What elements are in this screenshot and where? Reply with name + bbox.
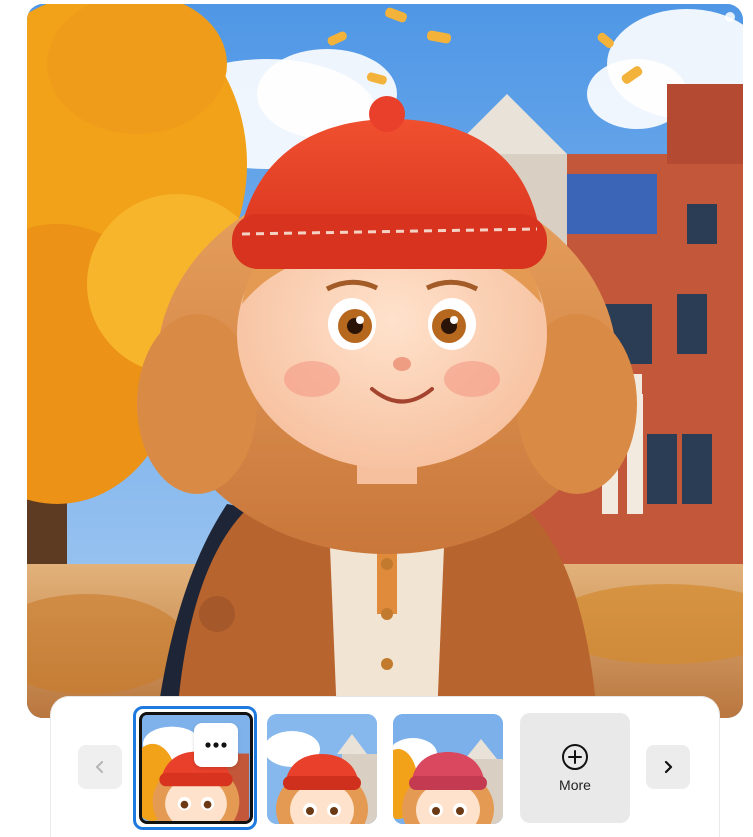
- plus-circle-icon: [562, 744, 588, 770]
- girl-thumbnail-icon: [393, 714, 503, 824]
- thumbnail-2[interactable]: [267, 714, 377, 824]
- thumbnail-options-button[interactable]: [194, 723, 238, 767]
- thumbnail-tray: More: [51, 697, 719, 837]
- more-options-dots-icon: [205, 742, 227, 748]
- more-label: More: [559, 777, 591, 793]
- more-button[interactable]: More: [520, 713, 630, 823]
- cartoon-girl-illustration: [27, 4, 743, 718]
- corner-indicator: [725, 12, 735, 22]
- main-image: [27, 4, 743, 718]
- chevron-right-icon: [664, 760, 673, 774]
- chevron-left-icon: [96, 761, 103, 773]
- girl-thumbnail-icon: [267, 714, 377, 824]
- previous-button[interactable]: [78, 745, 122, 789]
- thumbnail-3[interactable]: [393, 714, 503, 824]
- next-button[interactable]: [646, 745, 690, 789]
- image-viewer: More: [0, 0, 753, 837]
